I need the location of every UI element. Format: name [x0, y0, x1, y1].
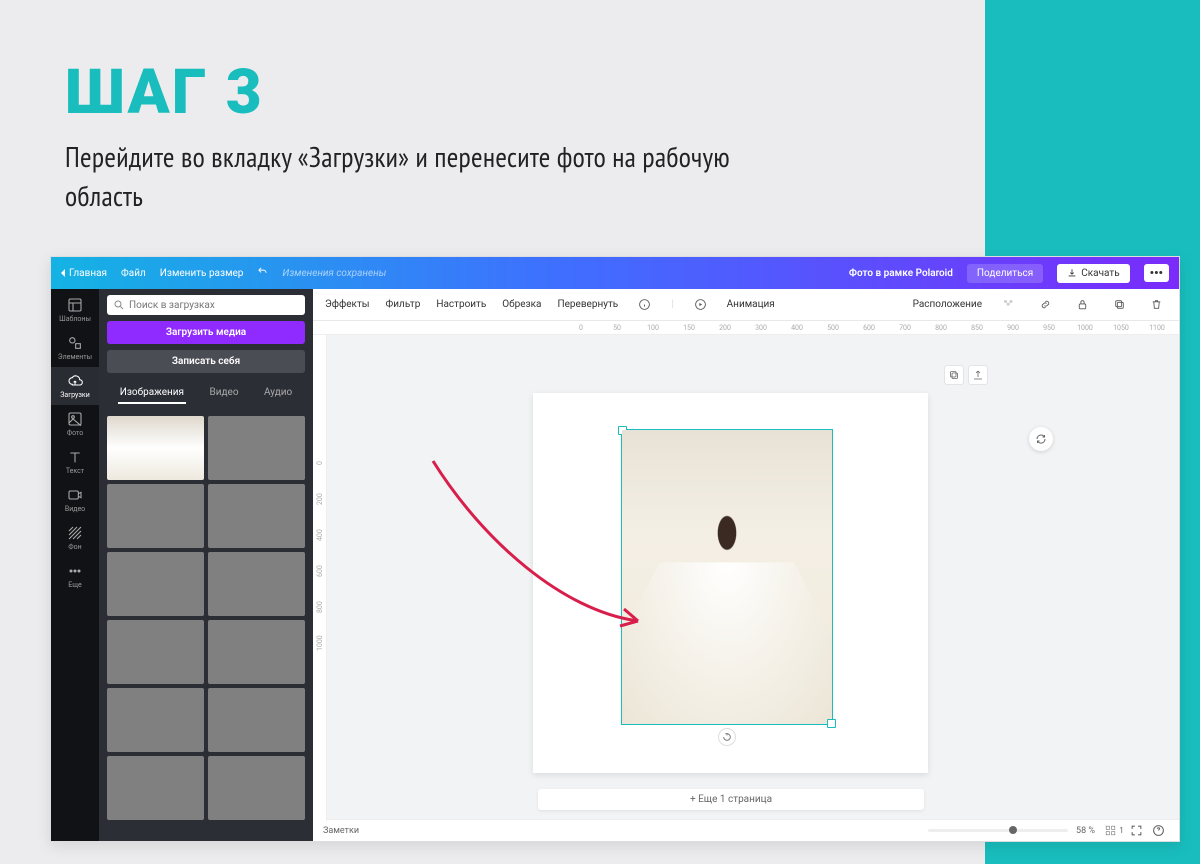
tool-filter[interactable]: Фильтр — [386, 299, 421, 310]
upload-thumb[interactable] — [208, 756, 305, 820]
home-button[interactable]: Главная — [61, 268, 107, 279]
chevron-left-icon — [61, 269, 65, 277]
rail-background[interactable]: Фон — [51, 519, 99, 557]
placed-photo[interactable] — [622, 430, 832, 724]
document-name[interactable]: Фото в рамке Polaroid — [849, 268, 953, 279]
trash-icon[interactable] — [1146, 295, 1167, 314]
app-topbar: Главная Файл Изменить размер Изменения с… — [51, 257, 1179, 289]
upload-thumb[interactable] — [208, 620, 305, 684]
editor-footer: Заметки 58 % 1 — [313, 819, 1179, 841]
tool-crop[interactable]: Обрезка — [502, 299, 541, 310]
info-icon[interactable] — [634, 295, 655, 314]
zoom-label: 58 % — [1076, 826, 1095, 836]
app-body: Шаблоны Элементы Загрузки Фото Текст Вид… — [51, 289, 1179, 841]
grid-view-icon[interactable]: 1 — [1103, 820, 1125, 842]
tab-video[interactable]: Видео — [207, 383, 240, 404]
download-button[interactable]: Скачать — [1057, 264, 1129, 283]
refresh-button[interactable] — [1029, 427, 1053, 451]
save-status: Изменения сохранены — [282, 268, 386, 279]
page-floating-tools — [944, 365, 988, 385]
upload-thumb[interactable] — [208, 552, 305, 616]
notes-button[interactable]: Заметки — [323, 826, 359, 836]
ruler-horizontal: 0501001502003004005006007008008509009501… — [313, 321, 1179, 335]
upload-thumb[interactable] — [107, 756, 204, 820]
rail-text[interactable]: Текст — [51, 443, 99, 481]
side-rail: Шаблоны Элементы Загрузки Фото Текст Вид… — [51, 289, 99, 841]
search-input[interactable] — [129, 300, 299, 311]
rail-uploads[interactable]: Загрузки — [51, 367, 99, 405]
workspace[interactable]: + Еще 1 страница — [313, 335, 1179, 819]
tool-animation[interactable]: Анимация — [727, 299, 775, 310]
share-button[interactable]: Поделиться — [967, 264, 1043, 283]
rail-elements[interactable]: Элементы — [51, 329, 99, 367]
zoom-slider[interactable] — [928, 829, 1068, 832]
page-duplicate-icon[interactable] — [944, 365, 964, 385]
search-icon — [113, 299, 125, 311]
lock-icon[interactable] — [1072, 295, 1093, 314]
tool-adjust[interactable]: Настроить — [436, 299, 486, 310]
uploads-grid — [107, 416, 305, 835]
uploads-panel: Загрузить медиа Записать себя Изображени… — [99, 289, 313, 841]
tool-position[interactable]: Расположение — [913, 299, 982, 310]
upload-thumb[interactable] — [208, 688, 305, 752]
video-icon — [67, 487, 83, 503]
tool-effects[interactable]: Эффекты — [325, 299, 370, 310]
canvas-area: Эффекты Фильтр Настроить Обрезка Перевер… — [313, 289, 1179, 841]
elements-icon — [67, 335, 83, 351]
step-description: Перейдите во вкладку «Загрузки» и перене… — [65, 137, 785, 215]
animation-icon — [690, 295, 711, 314]
upload-thumb[interactable] — [107, 416, 204, 480]
upload-thumb[interactable] — [107, 620, 204, 684]
templates-icon — [67, 297, 83, 313]
selected-frame[interactable] — [621, 429, 833, 725]
record-yourself-button[interactable]: Записать себя — [107, 350, 305, 373]
add-page-button[interactable]: + Еще 1 страница — [538, 789, 924, 810]
more-menu-button[interactable]: ••• — [1144, 264, 1169, 282]
help-icon[interactable] — [1147, 820, 1169, 842]
undo-icon[interactable] — [257, 266, 268, 280]
fullscreen-icon[interactable] — [1125, 820, 1147, 842]
tab-images[interactable]: Изображения — [118, 383, 186, 404]
menu-resize[interactable]: Изменить размер — [160, 268, 244, 279]
upload-thumb[interactable] — [107, 484, 204, 548]
tool-flip[interactable]: Перевернуть — [557, 299, 618, 310]
upload-thumb[interactable] — [107, 552, 204, 616]
rail-video[interactable]: Видео — [51, 481, 99, 519]
context-toolbar: Эффекты Фильтр Настроить Обрезка Перевер… — [313, 289, 1179, 321]
background-icon — [67, 525, 83, 541]
rotate-handle[interactable] — [718, 728, 736, 746]
page-share-icon[interactable] — [968, 365, 988, 385]
text-icon — [67, 449, 83, 465]
link-icon[interactable] — [1035, 295, 1056, 314]
editor-app-window: Главная Файл Изменить размер Изменения с… — [50, 256, 1180, 842]
menu-file[interactable]: Файл — [121, 268, 146, 279]
download-icon — [1067, 268, 1077, 278]
step-title: ШАГ 3 — [65, 56, 1200, 129]
photo-icon — [67, 411, 83, 427]
upload-media-button[interactable]: Загрузить медиа — [107, 321, 305, 344]
upload-thumb[interactable] — [208, 484, 305, 548]
uploads-icon — [67, 373, 83, 389]
duplicate-icon[interactable] — [1109, 295, 1130, 314]
uploads-tabs: Изображения Видео Аудио — [107, 379, 305, 404]
more-icon — [67, 563, 83, 579]
upload-thumb[interactable] — [107, 688, 204, 752]
search-box[interactable] — [107, 295, 305, 315]
design-page[interactable] — [533, 393, 928, 773]
transparency-icon[interactable] — [998, 295, 1019, 314]
rail-photo[interactable]: Фото — [51, 405, 99, 443]
upload-thumb[interactable] — [208, 416, 305, 480]
rail-more[interactable]: Еще — [51, 557, 99, 595]
rail-templates[interactable]: Шаблоны — [51, 291, 99, 329]
tab-audio[interactable]: Аудио — [262, 383, 294, 404]
